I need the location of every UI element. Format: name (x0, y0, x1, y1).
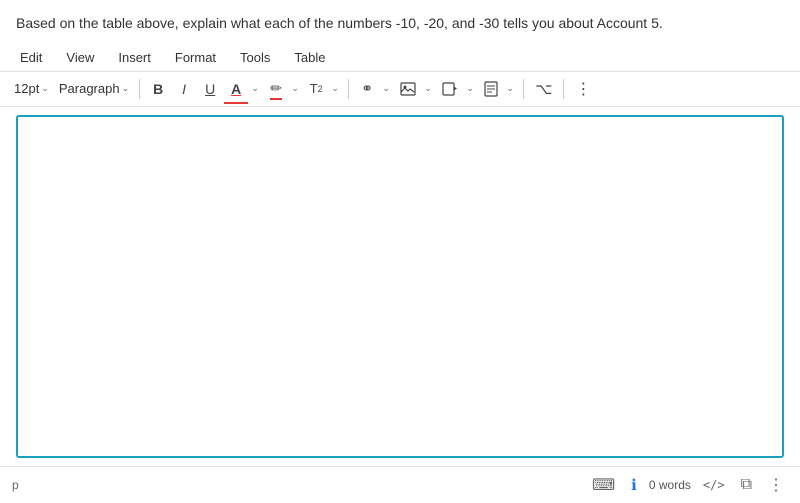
more-options-button[interactable]: ⋮ (570, 76, 596, 102)
paragraph-chevron-icon: ⌄ (122, 83, 130, 94)
media-group[interactable]: ⌄ (437, 76, 477, 102)
editor-area[interactable] (16, 115, 784, 458)
image-button[interactable] (395, 76, 421, 102)
superscript-group[interactable]: T2 ⌄ (304, 76, 342, 102)
status-right: ⌨ ℹ 0 words </> ⧉ ⋮ (588, 473, 788, 497)
font-size-selector[interactable]: 12pt ⌄ (10, 79, 53, 98)
link-button[interactable]: ⚭ (355, 76, 379, 102)
divider-1 (139, 79, 140, 99)
underline-button[interactable]: U (198, 76, 222, 102)
image-group[interactable]: ⌄ (395, 76, 435, 102)
menu-view[interactable]: View (62, 48, 98, 67)
superscript-dropdown[interactable]: ⌄ (328, 76, 342, 102)
menu-format[interactable]: Format (171, 48, 220, 67)
paragraph-style-selector[interactable]: Paragraph ⌄ (55, 79, 133, 98)
question-text: Based on the table above, explain what e… (0, 0, 800, 44)
font-color-group[interactable]: A ⌄ (224, 76, 262, 102)
paragraph-style-value: Paragraph (59, 81, 120, 96)
doc-button[interactable] (479, 76, 503, 102)
doc-group[interactable]: ⌄ (479, 76, 517, 102)
divider-3 (523, 79, 524, 99)
media-chevron-icon: ⌄ (466, 83, 474, 94)
font-color-chevron-icon: ⌄ (251, 83, 259, 94)
toolbar: 12pt ⌄ Paragraph ⌄ B I U A ⌄ ✏ ⌄ T2 (0, 72, 800, 107)
italic-button[interactable]: I (172, 76, 196, 102)
menu-insert[interactable]: Insert (114, 48, 155, 67)
doc-chevron-icon: ⌄ (506, 83, 514, 94)
divider-4 (563, 79, 564, 99)
status-more-icon[interactable]: ⋮ (764, 473, 788, 497)
font-size-value: 12pt (14, 81, 39, 96)
highlight-dropdown[interactable]: ⌄ (288, 76, 302, 102)
link-dropdown[interactable]: ⌄ (379, 76, 393, 102)
highlight-label: ✏ (270, 80, 282, 97)
special-chars-button[interactable]: ⌥ (530, 76, 557, 102)
status-bar: p ⌨ ℹ 0 words </> ⧉ ⋮ (0, 466, 800, 503)
highlight-group[interactable]: ✏ ⌄ (264, 76, 302, 102)
superscript-button[interactable]: T2 (304, 76, 328, 102)
menu-tools[interactable]: Tools (236, 48, 274, 67)
font-size-chevron-icon: ⌄ (41, 83, 49, 94)
info-icon[interactable]: ℹ (627, 474, 641, 496)
keyboard-icon[interactable]: ⌨ (588, 473, 619, 497)
bold-button[interactable]: B (146, 76, 170, 102)
superscript-chevron-icon: ⌄ (331, 83, 339, 94)
status-paragraph-tag: p (12, 478, 588, 492)
image-chevron-icon: ⌄ (424, 83, 432, 94)
source-code-icon[interactable]: </> (699, 476, 729, 494)
menu-edit[interactable]: Edit (16, 48, 46, 67)
image-dropdown[interactable]: ⌄ (421, 76, 435, 102)
divider-2 (348, 79, 349, 99)
media-dropdown[interactable]: ⌄ (463, 76, 477, 102)
expand-icon[interactable]: ⧉ (737, 474, 756, 496)
doc-dropdown[interactable]: ⌄ (503, 76, 517, 102)
media-button[interactable] (437, 76, 463, 102)
highlight-chevron-icon: ⌄ (291, 83, 299, 94)
word-count: 0 words (649, 478, 691, 492)
font-color-label: A (231, 81, 241, 97)
font-color-dropdown[interactable]: ⌄ (248, 76, 262, 102)
link-group[interactable]: ⚭ ⌄ (355, 76, 393, 102)
link-chevron-icon: ⌄ (382, 83, 390, 94)
font-color-button[interactable]: A (224, 76, 248, 102)
menu-bar: Edit View Insert Format Tools Table (0, 44, 800, 72)
menu-table[interactable]: Table (290, 48, 329, 67)
highlight-button[interactable]: ✏ (264, 76, 288, 102)
